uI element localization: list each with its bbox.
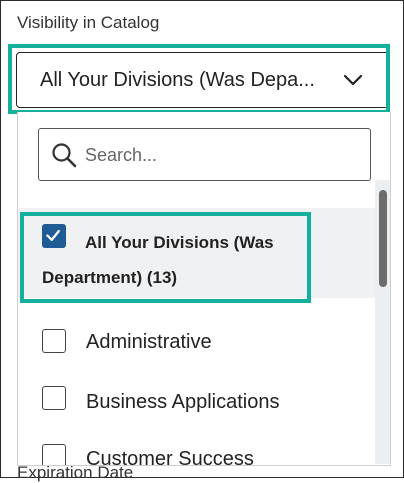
option-label[interactable]: Administrative: [86, 331, 212, 354]
option-label[interactable]: Business Applications: [86, 391, 279, 414]
expiration-date-label: Expiration Date: [17, 463, 134, 482]
search-box[interactable]: [38, 128, 371, 181]
select-highlight-outline: [8, 44, 390, 114]
scrollbar-thumb[interactable]: [379, 190, 387, 287]
selected-item-highlight-outline: [20, 212, 311, 303]
visibility-label: Visibility in Catalog: [17, 13, 160, 32]
scrollbar[interactable]: [375, 180, 390, 464]
checkbox-business-applications[interactable]: [42, 386, 66, 410]
search-input[interactable]: [85, 139, 355, 171]
search-icon: [52, 143, 77, 168]
checkbox-administrative[interactable]: [42, 329, 66, 353]
